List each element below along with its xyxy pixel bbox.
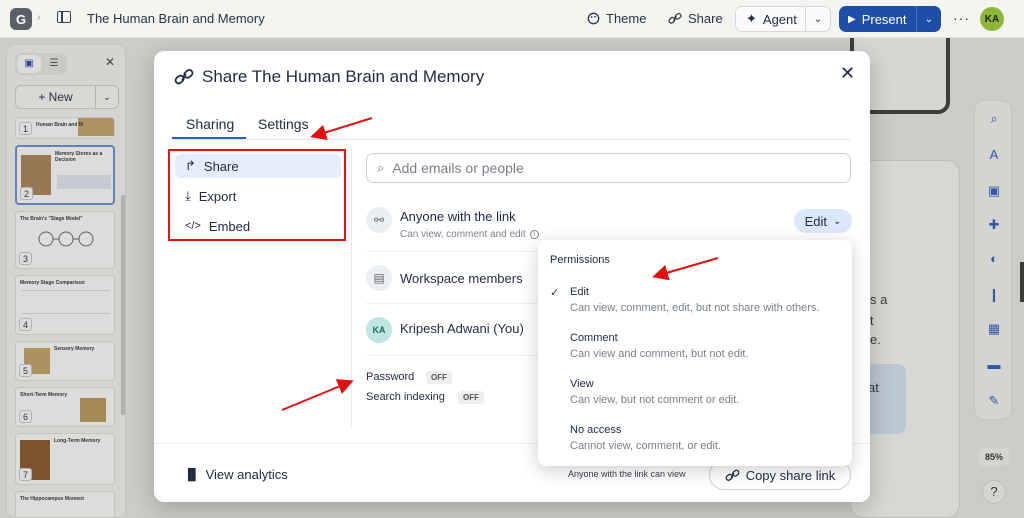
annotation-arrow xyxy=(652,257,719,281)
annotation-overlay xyxy=(281,117,719,411)
annotation-arrow xyxy=(310,117,373,141)
annotation-arrow xyxy=(281,379,354,411)
